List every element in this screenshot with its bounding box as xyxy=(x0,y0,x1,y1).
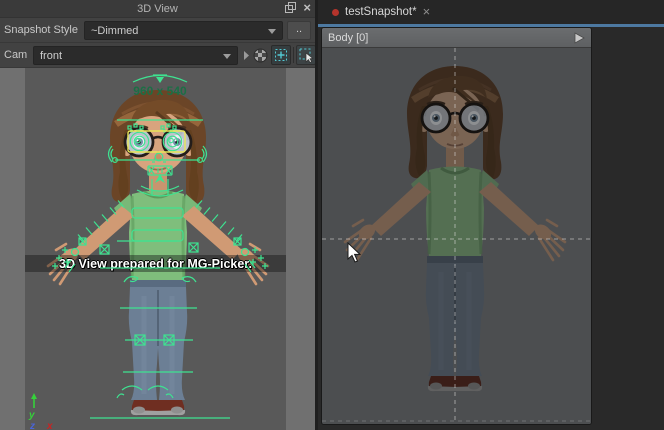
resolution-gate-label: 960 x 540 xyxy=(133,84,187,98)
tab-close-icon[interactable]: × xyxy=(423,6,431,18)
axis-z-label: z xyxy=(29,421,35,430)
rig-controls-overlay[interactable]: 960 x 540 xyxy=(25,68,286,430)
3d-view-titlebar[interactable]: 3D View × xyxy=(0,0,315,18)
axis-x-label: x xyxy=(46,421,53,430)
close-panel-icon[interactable]: × xyxy=(303,2,311,13)
expand-right-icon[interactable] xyxy=(243,51,250,60)
cam-row: Cam front xyxy=(0,43,315,68)
3d-viewport[interactable]: 3D View prepared for MG-Picker. 960 x 54… xyxy=(0,68,315,430)
body-item-header[interactable]: Body [0] xyxy=(322,28,591,48)
unsaved-indicator-dot xyxy=(332,9,339,16)
picker-editor-panel: testSnapshot* × Body [0] xyxy=(318,0,664,430)
axis-gizmo: y z x xyxy=(25,390,65,430)
camera-view[interactable]: 3D View prepared for MG-Picker. 960 x 54… xyxy=(25,68,286,430)
3d-view-panel: 3D View × Snapshot Style ~Dimmed .. Cam … xyxy=(0,0,315,430)
snapshot-style-value: ~Dimmed xyxy=(91,25,138,37)
snapshot-style-dropdown[interactable]: ~Dimmed xyxy=(84,21,283,40)
play-expand-icon[interactable] xyxy=(574,32,585,44)
chevron-down-icon xyxy=(223,54,231,59)
snapshot-style-more-button[interactable]: .. xyxy=(287,21,311,40)
mouse-cursor xyxy=(347,242,362,263)
editor-tabbar: testSnapshot* × xyxy=(318,0,664,24)
body-group-box[interactable]: Body [0] xyxy=(321,27,592,425)
snapshot-image xyxy=(322,48,591,424)
snapshot-style-label: Snapshot Style xyxy=(0,24,78,36)
tab-testsnapshot[interactable]: testSnapshot* × xyxy=(318,0,438,24)
tab-label: testSnapshot* xyxy=(345,6,417,18)
picker-canvas[interactable] xyxy=(322,48,591,424)
cam-label: Cam xyxy=(0,49,27,61)
render-sphere-icon[interactable] xyxy=(250,45,270,65)
panel-title: 3D View xyxy=(137,3,178,15)
cam-value: front xyxy=(40,50,62,62)
snapshot-capture-icon[interactable] xyxy=(271,45,291,65)
app-window: 3D View × Snapshot Style ~Dimmed .. Cam … xyxy=(0,0,664,430)
cam-dropdown[interactable]: front xyxy=(33,46,238,65)
body-item-label: Body [0] xyxy=(328,32,368,44)
select-tool-icon[interactable] xyxy=(296,45,316,65)
toolbar-separator xyxy=(293,47,294,63)
chevron-down-icon xyxy=(268,29,276,34)
snapshot-style-row: Snapshot Style ~Dimmed .. xyxy=(0,18,315,43)
restore-window-icon[interactable] xyxy=(285,2,296,13)
axis-y-label: y xyxy=(28,410,35,421)
